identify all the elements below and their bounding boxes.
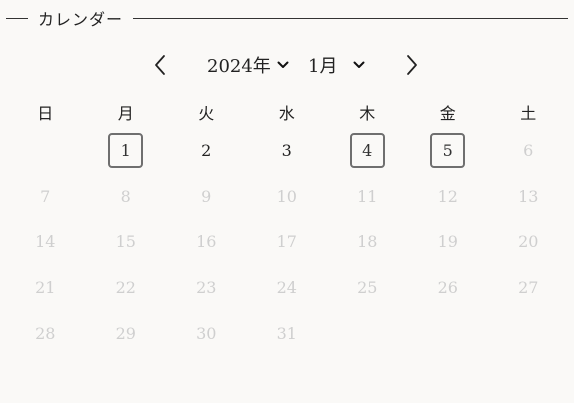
day-22: 22 — [115, 278, 136, 298]
calendar-cell: 8 — [86, 174, 167, 220]
day-18: 18 — [357, 232, 378, 252]
calendar-week-row: 14 15 16 17 18 19 20 — [5, 219, 569, 265]
calendar-cell: 11 — [327, 174, 408, 220]
calendar-cell: 17 — [247, 219, 328, 265]
day-20: 20 — [518, 232, 539, 252]
next-month-button[interactable] — [397, 50, 427, 80]
day-29: 29 — [115, 323, 136, 343]
day-27: 27 — [518, 278, 539, 298]
day-31: 31 — [276, 323, 297, 343]
day-6: 6 — [523, 141, 534, 161]
calendar-cell: 5 — [408, 128, 489, 174]
weekday-label-wed: 水 — [278, 104, 295, 123]
day-25: 25 — [357, 278, 378, 298]
day-1[interactable]: 1 — [108, 133, 144, 169]
day-24: 24 — [276, 278, 297, 298]
day-12: 12 — [437, 186, 458, 206]
chevron-left-icon — [155, 55, 165, 75]
calendar-cell: 28 — [5, 310, 86, 356]
calendar-cell: 23 — [166, 265, 247, 311]
calendar-cell: 21 — [5, 265, 86, 311]
calendar-cell — [5, 128, 86, 174]
calendar-cell: 3 — [247, 128, 328, 174]
calendar-title: カレンダー — [38, 10, 124, 29]
calendar-cell — [488, 310, 569, 356]
calendar-cell: 4 — [327, 128, 408, 174]
calendar-cell — [408, 310, 489, 356]
calendar-cell: 27 — [488, 265, 569, 311]
calendar-cell: 16 — [166, 219, 247, 265]
day-9: 9 — [201, 186, 212, 206]
calendar-cell: 14 — [5, 219, 86, 265]
day-21: 21 — [35, 278, 56, 298]
day-4[interactable]: 4 — [349, 133, 385, 169]
calendar-cell: 24 — [247, 265, 328, 311]
chevron-down-icon — [277, 61, 289, 69]
day-26: 26 — [437, 278, 458, 298]
day-17: 17 — [276, 232, 297, 252]
calendar-cell: 20 — [488, 219, 569, 265]
month-navigation: 2024年 1月 — [0, 50, 574, 80]
calendar-cell: 30 — [166, 310, 247, 356]
calendar-cell: 25 — [327, 265, 408, 311]
day-5[interactable]: 5 — [430, 133, 466, 169]
calendar-cell: 18 — [327, 219, 408, 265]
month-select[interactable]: 1月 — [308, 50, 365, 80]
chevron-right-icon — [407, 55, 417, 75]
calendar-week-row: 28 29 30 31 — [5, 310, 569, 356]
day-19: 19 — [437, 232, 458, 252]
calendar-cell: 13 — [488, 174, 569, 220]
calendar-cell: 26 — [408, 265, 489, 311]
chevron-down-icon — [353, 61, 365, 69]
calendar-cell: 19 — [408, 219, 489, 265]
calendar-cell: 6 — [488, 128, 569, 174]
calendar-cell: 12 — [408, 174, 489, 220]
weekday-label-mon: 月 — [117, 104, 134, 123]
calendar-cell: 29 — [86, 310, 167, 356]
day-2: 2 — [201, 141, 212, 161]
calendar-cell — [327, 310, 408, 356]
weekday-label-sun: 日 — [37, 104, 54, 123]
calendar-week-row: 21 22 23 24 25 26 27 — [5, 265, 569, 311]
weekday-header-row: 日 月 火 水 木 金 土 — [5, 96, 569, 128]
calendar-cell: 31 — [247, 310, 328, 356]
calendar-cell: 10 — [247, 174, 328, 220]
previous-month-button[interactable] — [145, 50, 175, 80]
day-13: 13 — [518, 186, 539, 206]
calendar-weeks: 1 2 3 4 5 6 7 8 9 10 11 12 13 14 15 16 17 18 19 20 21 22 23 24 2… — [5, 128, 569, 356]
day-3: 3 — [281, 141, 292, 161]
weekday-label-fri: 金 — [439, 104, 456, 123]
header-rule-left — [6, 17, 28, 19]
day-30: 30 — [196, 323, 217, 343]
day-10: 10 — [276, 186, 297, 206]
day-14: 14 — [35, 232, 56, 252]
day-7: 7 — [40, 186, 51, 206]
day-23: 23 — [196, 278, 217, 298]
day-28: 28 — [35, 323, 56, 343]
calendar-cell: 1 — [86, 128, 167, 174]
calendar-header: カレンダー — [6, 8, 568, 29]
header-rule-right — [133, 17, 568, 19]
calendar-week-row: 7 8 9 10 11 12 13 — [5, 174, 569, 220]
day-11: 11 — [357, 186, 378, 206]
month-select-value: 1月 — [308, 56, 338, 77]
calendar-week-row: 1 2 3 4 5 6 — [5, 128, 569, 174]
calendar-cell: 15 — [86, 219, 167, 265]
calendar-cell: 2 — [166, 128, 247, 174]
year-select-value: 2024年 — [207, 56, 271, 77]
year-select[interactable]: 2024年 — [207, 50, 289, 80]
weekday-label-sat: 土 — [520, 104, 537, 123]
calendar-cell: 9 — [166, 174, 247, 220]
calendar-grid: 日 月 火 水 木 金 土 1 2 3 4 5 6 7 8 9 10 11 12 13 14 15 16 17 1… — [5, 96, 569, 356]
day-16: 16 — [196, 232, 217, 252]
day-8: 8 — [120, 186, 131, 206]
calendar-cell: 7 — [5, 174, 86, 220]
day-15: 15 — [115, 232, 136, 252]
weekday-label-thu: 木 — [359, 104, 376, 123]
calendar-cell: 22 — [86, 265, 167, 311]
weekday-label-tue: 火 — [198, 104, 215, 123]
